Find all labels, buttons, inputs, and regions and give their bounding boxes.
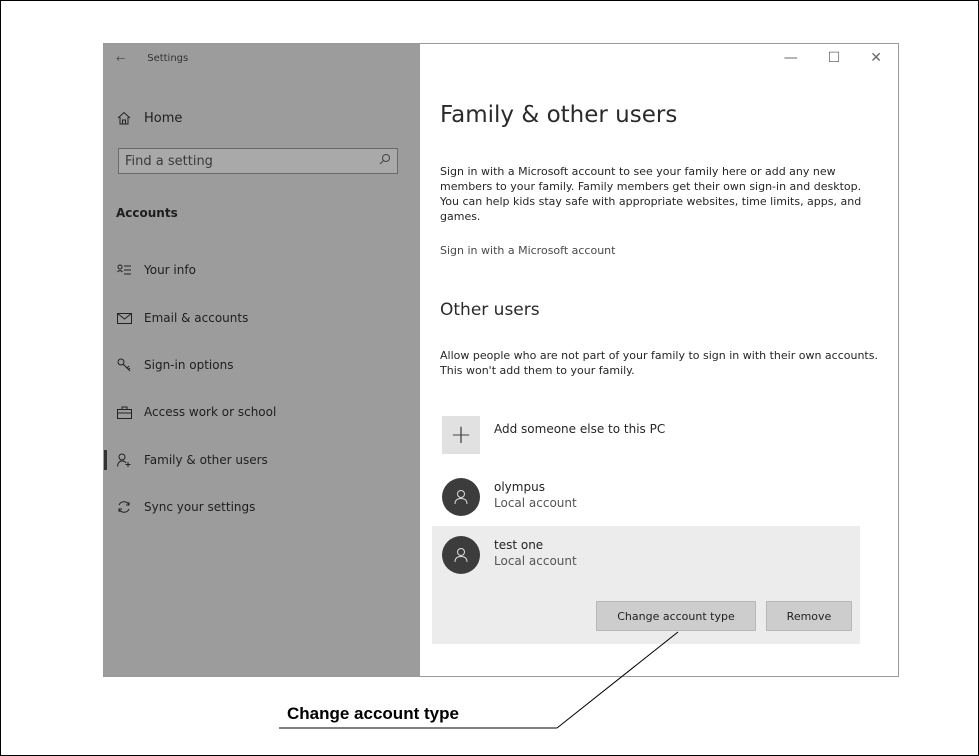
user-account-type: Local account [494, 554, 577, 568]
sidebar-item-label: Sign-in options [144, 358, 234, 372]
user-name: test one [494, 538, 544, 552]
title-bar: ← Settings [116, 52, 188, 65]
plus-icon: + [442, 416, 480, 454]
person-add-icon [116, 452, 132, 468]
change-account-type-button[interactable]: Change account type [596, 601, 756, 631]
user-name: olympus [494, 480, 545, 494]
other-users-description: Allow people who are not part of your fa… [440, 349, 878, 377]
avatar [442, 536, 480, 574]
window-title: Settings [147, 53, 189, 64]
sidebar-home[interactable]: Home [116, 110, 182, 126]
sidebar-item-access-work[interactable]: Access work or school [104, 400, 416, 424]
add-user-row[interactable]: + Add someone else to this PC [442, 416, 665, 454]
other-users-heading: Other users [440, 300, 540, 320]
sidebar-item-label: Access work or school [144, 405, 277, 419]
home-icon [116, 110, 132, 126]
window-controls: — ☐ ✕ [784, 50, 882, 66]
briefcase-icon [116, 404, 132, 420]
sidebar-item-label: Email & accounts [144, 311, 249, 325]
user-row-olympus[interactable]: olympus Local account [442, 478, 577, 516]
family-description: Sign in with a Microsoft account to see … [440, 165, 862, 223]
search-icon [379, 153, 391, 169]
search-input[interactable]: Find a setting [125, 154, 213, 169]
close-icon[interactable]: ✕ [870, 50, 882, 66]
home-label: Home [144, 110, 183, 126]
search-box[interactable]: Find a setting [118, 148, 398, 174]
callout-label: Change account type [287, 704, 459, 723]
add-user-label: Add someone else to this PC [494, 422, 666, 436]
minimize-icon[interactable]: — [784, 50, 798, 66]
section-title: Accounts [116, 206, 178, 220]
sidebar-item-sync-settings[interactable]: Sync your settings [104, 495, 416, 519]
sidebar-item-label: Sync your settings [144, 500, 256, 514]
page: ← Settings Home Find a setting Accounts [0, 0, 979, 756]
user-row-test-one[interactable]: test one Local account [442, 536, 577, 574]
sidebar-item-your-info[interactable]: Your info [104, 258, 416, 282]
sidebar-item-email-accounts[interactable]: Email & accounts [104, 306, 416, 330]
back-arrow-icon[interactable]: ← [116, 52, 125, 65]
sidebar-item-label: Family & other users [144, 453, 268, 467]
sidebar: ← Settings Home Find a setting Accounts [104, 44, 420, 676]
page-title: Family & other users [440, 102, 678, 128]
sidebar-item-family-other-users[interactable]: Family & other users [104, 448, 416, 472]
user-account-type: Local account [494, 496, 577, 510]
settings-window: ← Settings Home Find a setting Accounts [103, 43, 899, 677]
sidebar-item-sign-in-options[interactable]: Sign-in options [104, 353, 416, 377]
microsoft-account-link[interactable]: Sign in with a Microsoft account [440, 244, 615, 257]
remove-button[interactable]: Remove [766, 601, 852, 631]
sidebar-item-label: Your info [144, 263, 196, 277]
your-info-icon [116, 262, 132, 278]
avatar [442, 478, 480, 516]
mail-icon [116, 310, 132, 326]
sync-icon [116, 499, 132, 515]
maximize-icon[interactable]: ☐ [828, 50, 841, 66]
key-icon [116, 357, 132, 373]
main-content: — ☐ ✕ Family & other users Sign in with … [420, 44, 898, 676]
